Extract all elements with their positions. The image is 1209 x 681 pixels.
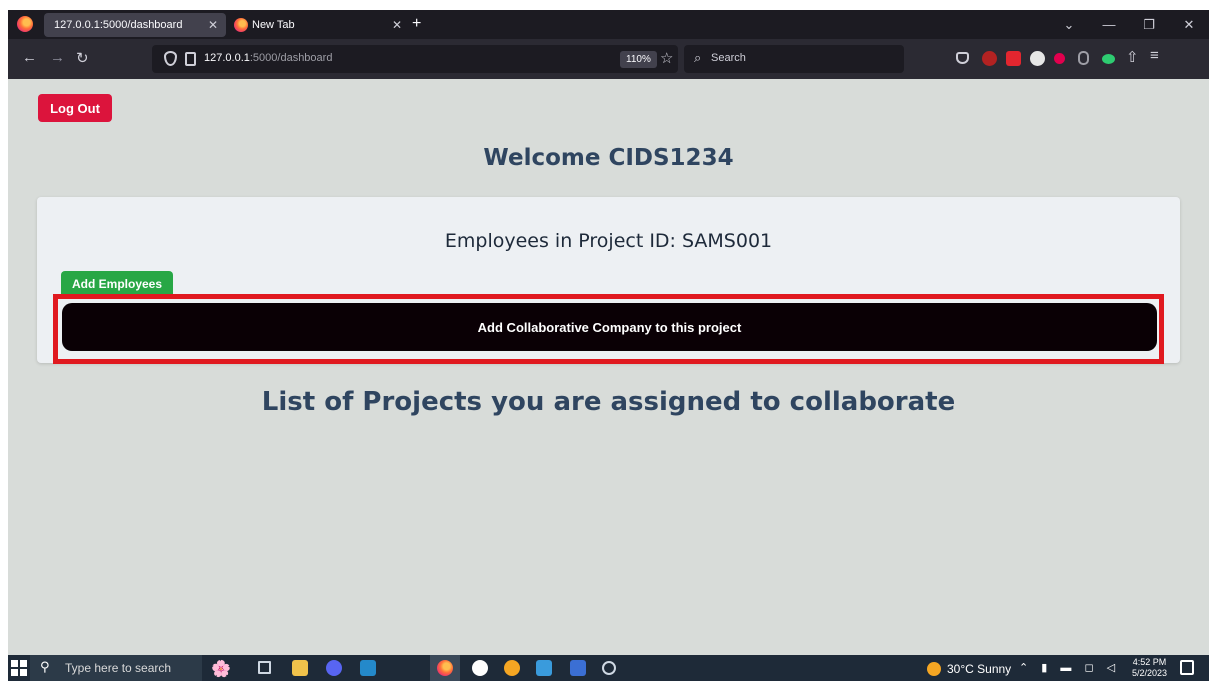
- page-info-icon[interactable]: [185, 52, 196, 66]
- tab-label: 127.0.0.1:5000/dashboard: [54, 19, 183, 31]
- clock-time: 4:52 PM: [1132, 657, 1167, 667]
- bookmark-star-icon[interactable]: ☆: [660, 49, 673, 67]
- taskbar-search[interactable]: ⚲ Type here to search: [30, 655, 202, 681]
- url-text[interactable]: 127.0.0.1:5000/dashboard: [204, 52, 332, 64]
- close-icon[interactable]: ✕: [392, 13, 402, 37]
- flowers-widget-icon[interactable]: 🌸: [211, 659, 231, 679]
- notification-icon[interactable]: [1180, 660, 1194, 675]
- browser-tab-bar: 127.0.0.1:5000/dashboard ✕ New Tab ✕ + ⌄…: [8, 10, 1209, 39]
- extension-icon[interactable]: [1006, 51, 1021, 66]
- extension-icon[interactable]: [1030, 51, 1045, 66]
- task-view-icon[interactable]: [258, 661, 271, 674]
- clock-date: 5/2/2023: [1132, 668, 1168, 678]
- taskbar-search-placeholder: Type here to search: [65, 661, 172, 675]
- welcome-heading: Welcome CIDS1234: [483, 145, 734, 171]
- search-placeholder: Search: [711, 52, 746, 64]
- add-collaborative-company-button[interactable]: Add Collaborative Company to this projec…: [62, 303, 1157, 351]
- browser-toolbar: ← → ↻ 127.0.0.1:5000/dashboard 110% ☆ ⌕ …: [8, 39, 1209, 79]
- new-tab-button[interactable]: +: [412, 13, 421, 35]
- list-all-tabs-icon[interactable]: ⌄: [1049, 10, 1089, 39]
- tab-dashboard[interactable]: 127.0.0.1:5000/dashboard ✕: [44, 13, 226, 37]
- search-icon: ⚲: [40, 659, 50, 674]
- logout-button[interactable]: Log Out: [38, 94, 112, 122]
- tracking-shield-icon[interactable]: [164, 51, 177, 66]
- extension-icon[interactable]: [1078, 51, 1089, 65]
- firefox-taskbar-icon[interactable]: [437, 660, 453, 676]
- close-icon[interactable]: ✕: [208, 13, 218, 37]
- windows-start-icon[interactable]: [11, 660, 27, 676]
- firefox-icon: [234, 18, 248, 32]
- projects-list-heading: List of Projects you are assigned to col…: [261, 387, 956, 417]
- card-title: Employees in Project ID: SAMS001: [444, 230, 773, 252]
- app-icon[interactable]: [602, 661, 616, 675]
- firefox-logo-icon: [17, 16, 33, 32]
- weather-text[interactable]: 30°C Sunny: [947, 662, 1011, 676]
- project-card: Employees in Project ID: SAMS001 Add Emp…: [37, 197, 1180, 364]
- address-bar[interactable]: 127.0.0.1:5000/dashboard 110% ☆: [152, 45, 678, 73]
- discord-icon[interactable]: [326, 660, 342, 676]
- app-icon[interactable]: [504, 660, 520, 676]
- vscode-icon[interactable]: [360, 660, 376, 676]
- account-icon[interactable]: ⇧: [1126, 48, 1139, 66]
- close-window-icon[interactable]: ✕: [1169, 10, 1209, 39]
- taskbar-clock[interactable]: 4:52 PM 5/2/2023: [1132, 657, 1167, 679]
- taskbar: ⚲ Type here to search 🌸 30°C Sunny ⌃ ▮ ▬…: [8, 655, 1209, 681]
- search-icon: ⌕: [694, 50, 702, 65]
- system-tray-icons[interactable]: ⌃ ▮ ▬ ◻ ◁: [1019, 661, 1120, 674]
- restore-icon[interactable]: ❐: [1129, 10, 1169, 39]
- extension-icon[interactable]: [982, 51, 997, 66]
- app-icon[interactable]: [536, 660, 552, 676]
- search-bar[interactable]: ⌕ Search: [684, 45, 904, 73]
- powershell-icon[interactable]: [570, 660, 586, 676]
- highlight-box: Add Collaborative Company to this projec…: [53, 294, 1164, 364]
- file-explorer-icon[interactable]: [292, 660, 308, 676]
- add-employees-button[interactable]: Add Employees: [61, 271, 173, 296]
- weather-icon[interactable]: [927, 662, 941, 676]
- menu-icon[interactable]: ≡: [1150, 47, 1159, 64]
- zoom-badge[interactable]: 110%: [620, 51, 657, 68]
- forward-icon[interactable]: →: [50, 49, 65, 66]
- dashboard-page: Log Out Welcome CIDS1234 Employees in Pr…: [8, 79, 1209, 655]
- back-icon[interactable]: ←: [22, 49, 37, 66]
- tab-new-tab[interactable]: New Tab ✕: [230, 13, 410, 37]
- pocket-icon[interactable]: [956, 52, 969, 64]
- tab-label: New Tab: [252, 19, 295, 31]
- app-icon[interactable]: [472, 660, 488, 676]
- minimize-icon[interactable]: —: [1089, 10, 1129, 39]
- extension-icon[interactable]: [1054, 53, 1065, 64]
- reload-icon[interactable]: ↻: [76, 49, 89, 67]
- extension-icon[interactable]: [1102, 54, 1115, 64]
